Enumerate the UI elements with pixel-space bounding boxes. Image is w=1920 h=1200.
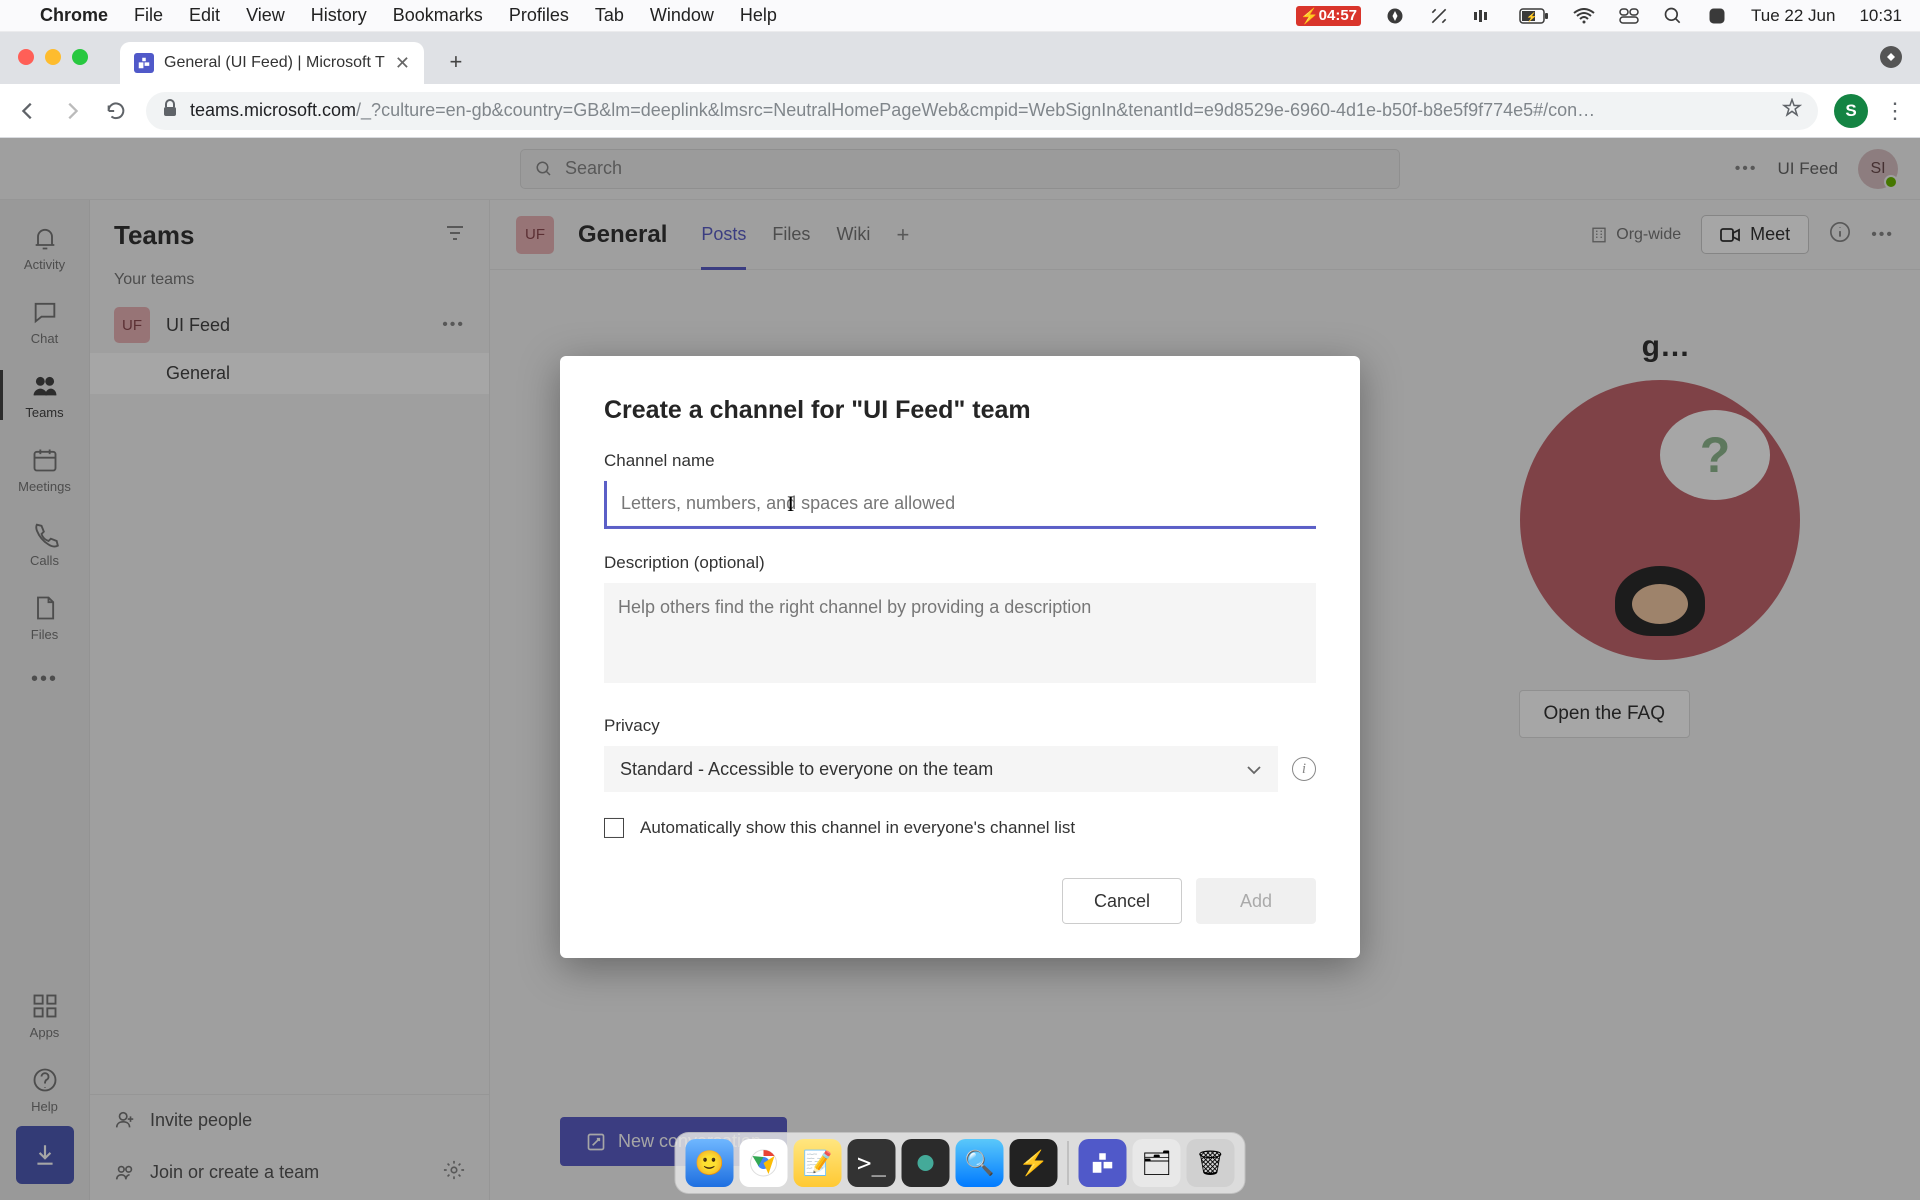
menubar-bookmarks[interactable]: Bookmarks [393,5,483,26]
channel-name-label: Channel name [604,451,1316,471]
battery-time: 04:57 [1319,7,1357,24]
privacy-select[interactable]: Standard - Accessible to everyone on the… [604,746,1278,792]
siri-icon[interactable] [1707,6,1727,26]
status-icon-3[interactable] [1473,9,1495,23]
window-minimize-button[interactable] [45,49,61,65]
menubar-date[interactable]: Tue 22 Jun [1751,6,1835,26]
wifi-icon[interactable] [1573,8,1595,24]
lock-icon [162,99,178,122]
channel-name-input[interactable] [604,481,1316,529]
menubar-history[interactable]: History [311,5,367,26]
tab-title: General (UI Feed) | Microsoft T [164,54,385,72]
tab-favicon-teams-icon [134,53,154,73]
auto-show-checkbox-row[interactable]: Automatically show this channel in every… [604,818,1316,838]
add-button[interactable]: Add [1196,878,1316,924]
reload-button[interactable] [102,97,130,125]
window-maximize-button[interactable] [72,49,88,65]
battery-icon[interactable]: ⚡ [1519,8,1549,24]
menubar-app[interactable]: Chrome [40,5,108,26]
menubar-tab[interactable]: Tab [595,5,624,26]
tab-overflow-button[interactable] [1880,46,1902,68]
chrome-window: General (UI Feed) | Microsoft T ✕ + team… [0,32,1920,1200]
menubar-window[interactable]: Window [650,5,714,26]
dock-finder[interactable]: 🙂 [686,1139,734,1187]
menubar-profiles[interactable]: Profiles [509,5,569,26]
dock-teams[interactable] [1079,1139,1127,1187]
macos-dock: 🙂 📝 >_ 🔍 ⚡ 🗂 🗑 [675,1132,1246,1194]
dock-app-2[interactable]: 🔍 [956,1139,1004,1187]
auto-show-label: Automatically show this channel in every… [640,818,1075,838]
status-icon-2[interactable] [1429,6,1449,26]
checkbox-unchecked[interactable] [604,818,624,838]
tab-close-button[interactable]: ✕ [395,53,410,74]
svg-text:⚡: ⚡ [1526,11,1537,23]
menubar-edit[interactable]: Edit [189,5,220,26]
url-text: teams.microsoft.com/_?culture=en-gb&coun… [190,100,1770,121]
browser-tab[interactable]: General (UI Feed) | Microsoft T ✕ [120,42,424,84]
address-bar[interactable]: teams.microsoft.com/_?culture=en-gb&coun… [146,92,1818,130]
privacy-info-icon[interactable]: i [1292,757,1316,781]
status-icon-1[interactable] [1385,6,1405,26]
chrome-profile-button[interactable]: S [1834,94,1868,128]
menubar-help[interactable]: Help [740,5,777,26]
teams-app: Search ••• UI Feed SI Activity Chat Team… [0,138,1920,1200]
forward-button[interactable] [58,97,86,125]
menubar-file[interactable]: File [134,5,163,26]
dock-app-3[interactable]: ⚡ [1010,1139,1058,1187]
menubar-clock[interactable]: 10:31 [1859,6,1902,26]
create-channel-modal: Create a channel for "UI Feed" team Chan… [560,356,1360,958]
control-center-icon[interactable] [1619,8,1639,24]
window-close-button[interactable] [18,49,34,65]
privacy-value: Standard - Accessible to everyone on the… [620,758,993,779]
modal-title: Create a channel for "UI Feed" team [604,396,1316,425]
description-input[interactable] [604,583,1316,683]
dock-notes[interactable]: 📝 [794,1139,842,1187]
dock-app-4[interactable]: 🗂 [1133,1139,1181,1187]
battery-indicator[interactable]: ⚡04:57 [1296,6,1361,26]
window-controls [18,49,88,65]
description-label: Description (optional) [604,553,1316,573]
dock-terminal[interactable]: >_ [848,1139,896,1187]
dock-chrome[interactable] [740,1139,788,1187]
chrome-tab-strip: General (UI Feed) | Microsoft T ✕ + [0,32,1920,84]
chrome-toolbar: teams.microsoft.com/_?culture=en-gb&coun… [0,84,1920,138]
privacy-label: Privacy [604,716,1316,736]
dock-separator [1068,1141,1069,1185]
dock-app-1[interactable] [902,1139,950,1187]
spotlight-icon[interactable] [1663,6,1683,26]
chevron-down-icon [1246,758,1262,779]
menubar-view[interactable]: View [246,5,285,26]
cancel-button[interactable]: Cancel [1062,878,1182,924]
bookmark-star-icon[interactable] [1782,98,1802,123]
new-tab-button[interactable]: + [438,44,474,80]
chrome-menu-button[interactable]: ⋮ [1884,98,1906,124]
dock-trash[interactable]: 🗑 [1187,1139,1235,1187]
back-button[interactable] [14,97,42,125]
macos-menubar: Chrome File Edit View History Bookmarks … [0,0,1920,32]
